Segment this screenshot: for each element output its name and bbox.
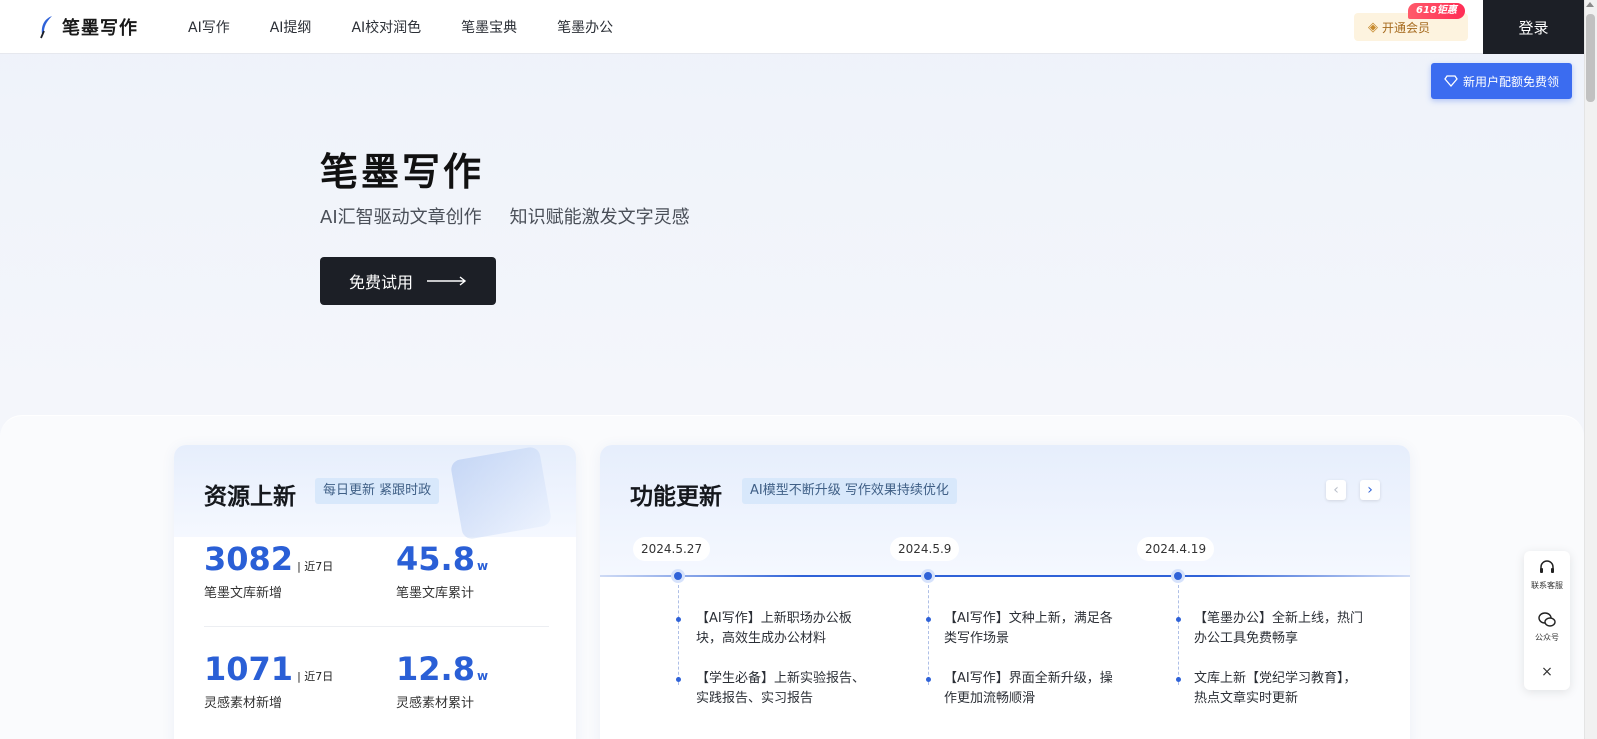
floating-toolbar: 联系客服 公众号 × [1524, 551, 1570, 690]
folder-illustration [449, 445, 553, 541]
stat-label: 笔墨文库新增 [204, 586, 283, 601]
timeline-connector [678, 585, 679, 685]
logo-text: 笔墨写作 [62, 18, 138, 39]
feather-pen-icon [40, 16, 52, 39]
new-user-quota-label: 新用户配额免费领 [1462, 74, 1559, 89]
login-button[interactable]: 登录 [1483, 0, 1584, 54]
stat-material-total: 12.8 w 灵感素材累计 [396, 650, 488, 711]
nav-item-ai-writing[interactable]: AI写作 [188, 17, 230, 37]
hero-subtitle-b: 知识赋能激发文字灵感 [509, 207, 690, 228]
resources-card: 资源上新 每日更新 紧跟时政 3082 | 近7日 笔墨文库新增 45.8 w 笔墨… [174, 445, 576, 739]
timeline-dot [671, 569, 685, 583]
timeline-bullet [926, 617, 931, 622]
timeline-bullet [926, 677, 931, 682]
stat-suffix: | 近7日 [297, 670, 334, 683]
free-trial-label: 免费试用 [348, 273, 413, 292]
resources-card-header: 资源上新 每日更新 紧跟时政 [174, 445, 576, 541]
resources-tag: 每日更新 紧跟时政 [315, 478, 440, 504]
nav-item-office[interactable]: 笔墨办公 [557, 17, 613, 37]
timeline-date: 2024.5.27 [633, 537, 711, 561]
wechat-account-label: 公众号 [1535, 633, 1559, 642]
timeline-connector [928, 585, 929, 685]
features-card: 功能更新 AI模型不断升级 写作效果持续优化 ‹ › 2024.5.27 202… [600, 445, 1410, 739]
prev-arrow-icon[interactable]: ‹ [1326, 480, 1346, 500]
nav-item-ai-proofread[interactable]: AI校对润色 [351, 17, 421, 37]
stat-value: 12.8 [396, 650, 475, 688]
diamond-icon [1444, 75, 1458, 87]
resources-title: 资源上新 [204, 484, 296, 510]
hero-title: 笔墨写作 [320, 150, 485, 194]
timeline-bullet [1176, 677, 1181, 682]
stat-material-new: 1071 | 近7日 灵感素材新增 [204, 650, 333, 711]
timeline-date: 2024.5.9 [890, 537, 960, 561]
timeline-bullet [676, 617, 681, 622]
features-card-header: 功能更新 AI模型不断升级 写作效果持续优化 ‹ › [600, 445, 1410, 575]
logo[interactable]: 笔墨写作 [38, 14, 138, 40]
divider [204, 626, 549, 627]
stat-label: 灵感素材新增 [204, 696, 283, 711]
hero-subtitle: AI汇智驱动文章创作 知识赋能激发文字灵感 [320, 203, 690, 229]
stat-value: 45.8 [396, 540, 475, 578]
customer-service-label: 联系客服 [1531, 581, 1563, 590]
next-arrow-icon[interactable]: › [1360, 480, 1380, 500]
scroll-up-icon[interactable] [1586, 2, 1594, 7]
timeline-item: 文库上新【党纪学习教育】，热点文章实时更新 [1194, 671, 1357, 706]
headset-icon [1540, 560, 1554, 573]
stat-value: 1071 [204, 650, 294, 688]
wechat-icon [1538, 612, 1556, 627]
wechat-account-button[interactable]: 公众号 [1524, 611, 1570, 643]
timeline-item: 【AI写作】界面全新升级，操作更加流畅顺滑 [944, 671, 1113, 706]
new-user-quota-button[interactable]: 新用户配额免费领 [1431, 63, 1572, 99]
features-tag: AI模型不断升级 写作效果持续优化 [742, 478, 957, 504]
main-nav: AI写作 AI提纲 AI校对润色 笔墨宝典 笔墨办公 [188, 0, 653, 54]
timeline-date: 2024.4.19 [1137, 537, 1215, 561]
free-trial-button[interactable]: 免费试用 [320, 257, 496, 305]
stat-value: 3082 [204, 540, 294, 578]
stat-suffix: | 近7日 [297, 560, 334, 573]
timeline-item: 【笔墨办公】全新上线，热门办公工具免费畅享 [1194, 611, 1364, 646]
timeline-dot [921, 569, 935, 583]
close-icon[interactable]: × [1524, 664, 1570, 680]
scrollbar-thumb[interactable] [1586, 14, 1595, 102]
hero-subtitle-a: AI汇智驱动文章创作 [320, 207, 482, 228]
diamond-icon: ◈ [1368, 19, 1378, 35]
arrow-right-icon [427, 276, 467, 286]
stat-library-new: 3082 | 近7日 笔墨文库新增 [204, 540, 333, 601]
timeline-item: 【学生必备】上新实验报告、实践报告、实习报告 [696, 671, 866, 706]
timeline-bullet [1176, 617, 1181, 622]
stat-label: 笔墨文库累计 [396, 586, 475, 601]
timeline-line [600, 575, 1410, 577]
stat-unit: w [476, 669, 489, 683]
timeline-item: 【AI写作】上新职场办公板块，高效生成办公材料 [696, 611, 852, 646]
timeline-bullet [676, 677, 681, 682]
features-title: 功能更新 [630, 484, 722, 510]
stat-library-total: 45.8 w 笔墨文库累计 [396, 540, 488, 601]
stat-unit: w [476, 559, 489, 573]
timeline-connector [1178, 585, 1179, 685]
nav-item-handbook[interactable]: 笔墨宝典 [461, 17, 517, 37]
customer-service-button[interactable]: 联系客服 [1524, 559, 1570, 591]
promo-badge: 618钜惠 [1408, 3, 1465, 19]
timeline-item: 【AI写作】文种上新，满足各类写作场景 [944, 611, 1113, 646]
vip-label: 开通会员 [1382, 20, 1431, 35]
nav-item-ai-outline[interactable]: AI提纲 [270, 17, 312, 37]
scrollbar[interactable] [1584, 0, 1597, 739]
timeline-dot [1171, 569, 1185, 583]
top-nav-bar: 笔墨写作 AI写作 AI提纲 AI校对润色 笔墨宝典 笔墨办公 ◈ 开通会员 6… [0, 0, 1597, 54]
stat-label: 灵感素材累计 [396, 696, 475, 711]
